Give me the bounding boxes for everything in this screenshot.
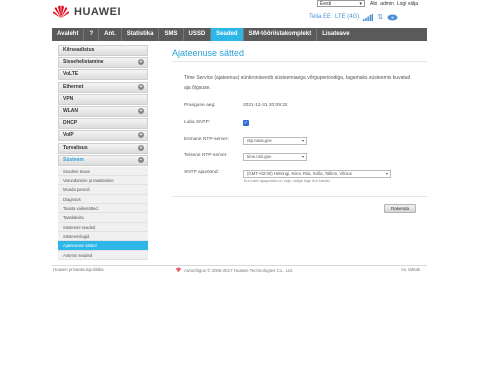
language-select[interactable]: Eesti ▾ bbox=[317, 0, 365, 7]
sidebar-item-dialup[interactable]: Sissehelistamine + bbox=[58, 57, 148, 69]
expand-icon: + bbox=[138, 107, 144, 114]
sntp-enable-checkbox[interactable]: ✓ bbox=[243, 120, 249, 126]
sidebar-subitem-diagnosis[interactable]: Diagnoos bbox=[58, 194, 148, 205]
primary-ntp-label: Esmane NTP-server: bbox=[184, 137, 229, 142]
sidebar-item-label: VoLTE bbox=[63, 71, 79, 78]
sidebar-subitem-reboot[interactable]: Taaskäivita bbox=[58, 213, 148, 223]
copyright-text: Autoriõigus © 2006-2017 Huawei Technolog… bbox=[184, 267, 294, 273]
wifi-icon[interactable]: ≋ bbox=[387, 14, 398, 21]
sidebar-item-label: VPN bbox=[63, 95, 74, 102]
logout-link[interactable]: Logi välja bbox=[397, 1, 418, 7]
user-link[interactable]: admin bbox=[380, 1, 394, 7]
data-transfer-icon: ⇅ bbox=[377, 14, 384, 21]
huawei-logo: HUAWEI bbox=[52, 5, 121, 19]
timezone-label: SNTP ajavöönd: bbox=[184, 170, 219, 175]
secondary-ntp-label: Teisene NTP-server: bbox=[184, 153, 228, 158]
primary-ntp-select[interactable]: ntp.nasa.gov ▾ bbox=[243, 137, 307, 145]
primary-ntp-value: ntp.nasa.gov bbox=[247, 138, 272, 143]
svg-text:≋: ≋ bbox=[391, 15, 394, 20]
nav-more-info[interactable]: Lisateave bbox=[317, 28, 354, 41]
sidebar-subitem-time-settings[interactable]: Ajateenuse sätted bbox=[58, 241, 148, 251]
chevron-down-icon: ▾ bbox=[301, 138, 304, 143]
sidebar-item-dhcp[interactable]: DHCP bbox=[58, 118, 148, 130]
sidebar-item-label: DHCP bbox=[63, 120, 78, 127]
apply-button[interactable]: Rakenda bbox=[384, 204, 416, 213]
sidebar-subitem-backup-restore[interactable]: Varundamine ja taastamine bbox=[58, 176, 148, 186]
sidebar-item-label: Ethernet bbox=[63, 83, 84, 90]
divider bbox=[172, 61, 427, 62]
nav-settings[interactable]: Seaded bbox=[211, 28, 244, 41]
sidebar-item-label: WLAN bbox=[63, 107, 78, 114]
timezone-value: (GMT+02:00) Helsingi, Kiiev, Riia, Sofia… bbox=[247, 171, 352, 176]
sidebar-item-volte[interactable]: VoLTE bbox=[58, 69, 148, 81]
chevron-down-icon: ▾ bbox=[385, 171, 388, 176]
chevron-down-icon: ▾ bbox=[301, 154, 304, 159]
top-links: Abi admin Logi välja bbox=[370, 1, 418, 7]
expand-icon: + bbox=[138, 83, 144, 90]
sidebar-item-ethernet[interactable]: Ethernet + bbox=[58, 81, 148, 93]
signal-strength-icon bbox=[363, 13, 374, 21]
sidebar-item-wlan[interactable]: WLAN + bbox=[58, 105, 148, 117]
sidebar: Kiirseadistus Sissehelistamine + VoLTE Et… bbox=[58, 45, 148, 260]
current-time-value: 2021-12-31 20:09:32 bbox=[243, 103, 288, 108]
nav-sim-toolkit[interactable]: SIM-tööriistakomplekt bbox=[244, 28, 318, 41]
status-bar: Telia EE LTE (4G) ⇅ ≋ bbox=[309, 13, 398, 21]
copyright: Autoriõigus © 2006-2017 Huawei Technolog… bbox=[175, 267, 293, 273]
timezone-hint: Kui tuleb ajaquotaid on vaja, valige õig… bbox=[244, 179, 331, 183]
sidebar-item-label: Turvalisus bbox=[63, 144, 88, 151]
secondary-ntp-select[interactable]: time.nist.gov ▾ bbox=[243, 153, 307, 161]
nav-sms[interactable]: SMS bbox=[159, 28, 184, 41]
sidebar-item-system[interactable]: Süsteem − bbox=[58, 154, 148, 166]
current-time-label: Praegune aeg: bbox=[184, 103, 216, 108]
divider bbox=[172, 196, 427, 197]
collapse-icon: − bbox=[138, 156, 144, 163]
secondary-ntp-value: time.nist.gov bbox=[247, 154, 272, 159]
operator-name: Telia EE bbox=[309, 14, 332, 20]
sidebar-item-label: Kiirseadistus bbox=[63, 47, 95, 53]
expand-icon: + bbox=[138, 144, 144, 151]
sntp-enable-label: Luba SNTP: bbox=[184, 120, 211, 125]
sidebar-item-vpn[interactable]: VPN bbox=[58, 93, 148, 105]
sidebar-item-label: VoIP bbox=[63, 132, 74, 139]
language-value: Eesti bbox=[320, 1, 332, 7]
sidebar-subitem-change-password[interactable]: Muuda parooli bbox=[58, 185, 148, 195]
foss-link[interactable]: Av. tähtak bbox=[401, 267, 420, 272]
expand-icon: + bbox=[138, 132, 144, 139]
sidebar-subitem-antenna-settings[interactable]: Antenni seaded bbox=[58, 250, 148, 260]
chevron-down-icon: ▾ bbox=[359, 1, 362, 7]
sidebar-subitem-system-settings[interactable]: Süsteemi seaded bbox=[58, 222, 148, 232]
help-link[interactable]: Abi bbox=[370, 1, 377, 7]
nav-home[interactable]: Avaleht bbox=[52, 28, 85, 41]
sidebar-item-security[interactable]: Turvalisus + bbox=[58, 142, 148, 154]
nav-help[interactable]: ? bbox=[84, 28, 100, 41]
sidebar-item-label: Sissehelistamine bbox=[63, 59, 104, 66]
main-nav: Avaleht ? Ant. Statistika SMS USSD Seade… bbox=[52, 28, 427, 41]
footer-divider bbox=[52, 265, 427, 266]
page-description: Time Service (ajateenus) sünkroniseerib … bbox=[184, 75, 411, 91]
nav-ussd[interactable]: USSD bbox=[184, 28, 212, 41]
sidebar-subitem-system-logs[interactable]: Süsteemilogid bbox=[58, 231, 148, 242]
nav-statistics[interactable]: Statistika bbox=[122, 28, 160, 41]
huawei-small-logo-icon bbox=[176, 267, 181, 273]
brand-name: HUAWEI bbox=[74, 6, 121, 18]
timezone-select[interactable]: (GMT+02:00) Helsingi, Kiiev, Riia, Sofia… bbox=[243, 170, 391, 178]
huawei-petals-icon bbox=[52, 5, 70, 19]
nav-ant[interactable]: Ant. bbox=[99, 28, 122, 41]
page-title: Ajateenuse sätted bbox=[172, 48, 245, 58]
expand-icon: + bbox=[138, 59, 144, 66]
network-type: LTE (4G) bbox=[335, 14, 360, 20]
sidebar-subitem-factory-reset[interactable]: Taasta vaikesätted bbox=[58, 204, 148, 214]
privacy-policy-link[interactable]: Huawei privaatsuspoliitika bbox=[53, 267, 104, 272]
sidebar-item-voip[interactable]: VoIP + bbox=[58, 130, 148, 142]
sidebar-subitem-device-info[interactable]: Seadme teave bbox=[58, 166, 148, 177]
sidebar-item-label: Süsteem bbox=[63, 156, 84, 163]
sidebar-item-quick-setup[interactable]: Kiirseadistus bbox=[58, 45, 148, 56]
